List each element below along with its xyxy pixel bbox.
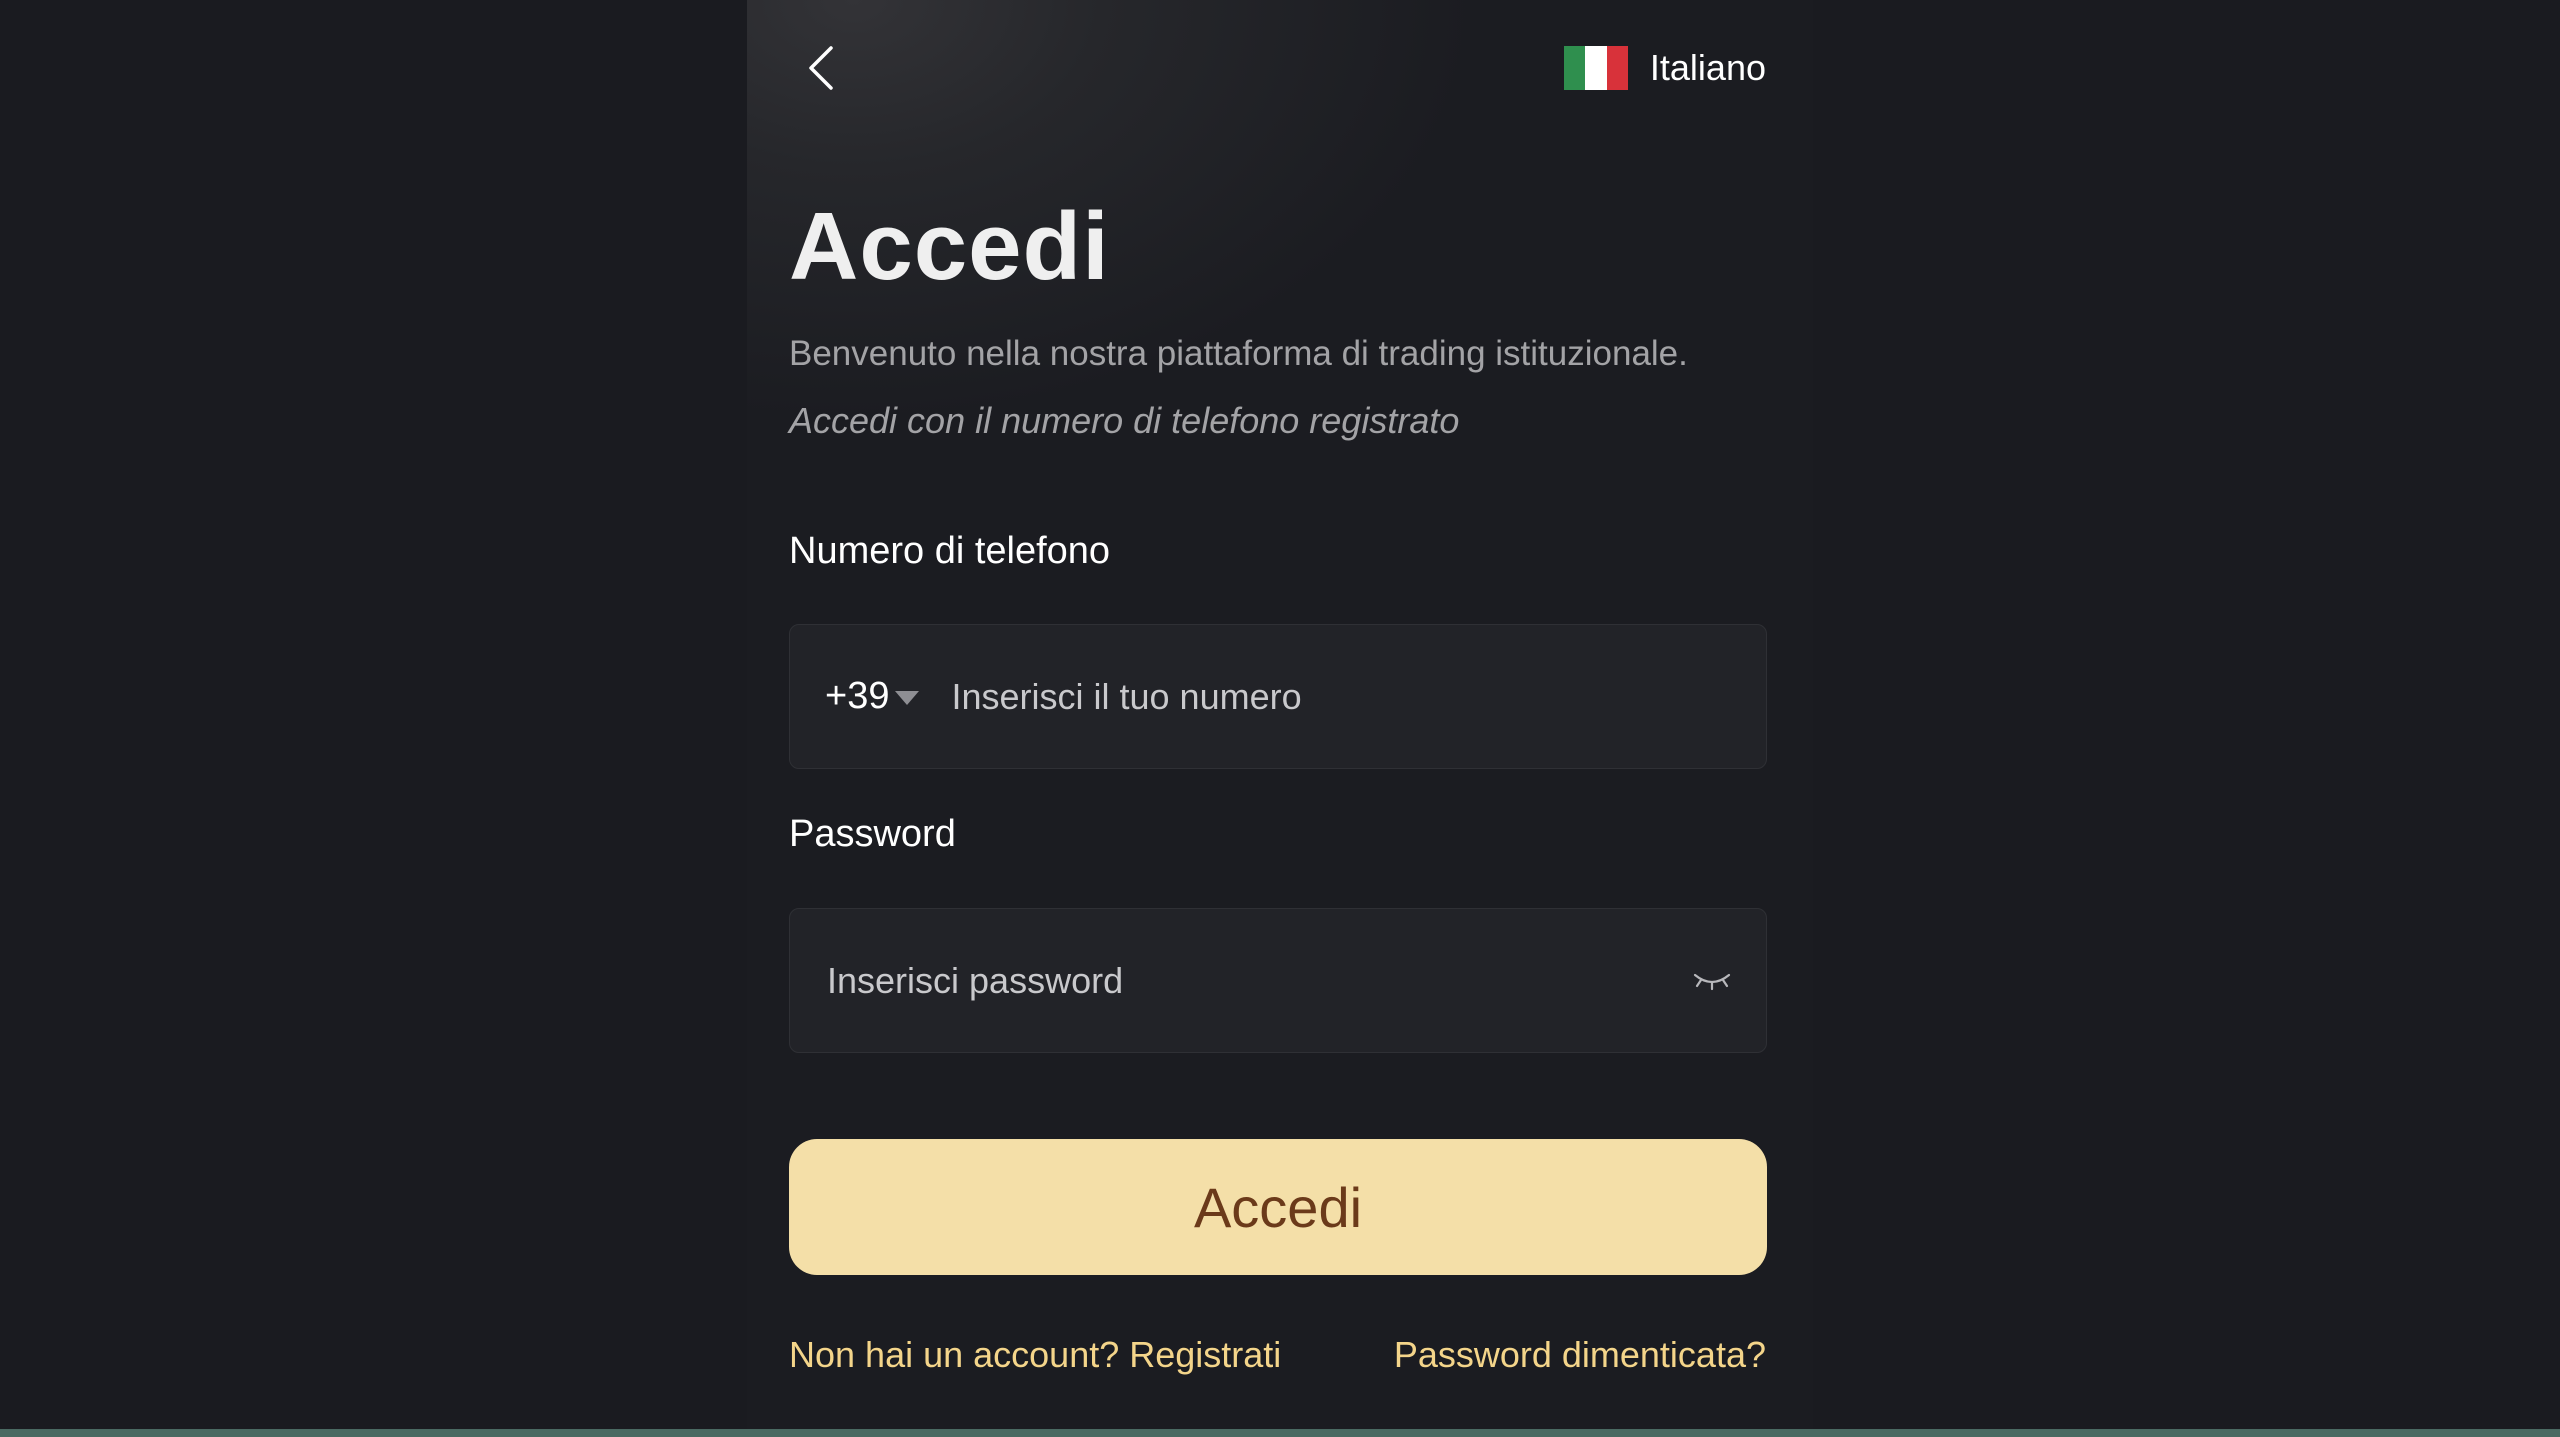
country-code-selector[interactable]: +39	[825, 675, 920, 718]
password-field	[789, 908, 1767, 1053]
phone-field: +39	[789, 624, 1767, 769]
bottom-edge	[0, 1429, 2560, 1437]
phone-field-label: Numero di telefono	[789, 530, 1111, 572]
forgot-password-link[interactable]: Password dimenticata?	[1394, 1334, 1766, 1376]
italy-flag-icon	[1563, 46, 1628, 90]
register-link[interactable]: Non hai un account? Registrati	[789, 1334, 1281, 1376]
caret-down-icon	[895, 690, 920, 705]
login-panel: Italiano Accedi Benvenuto nella nostra p…	[747, 0, 1813, 1437]
language-selector[interactable]: Italiano	[1563, 44, 1766, 92]
login-button[interactable]: Accedi	[789, 1139, 1767, 1275]
language-label: Italiano	[1649, 47, 1766, 88]
password-field-label: Password	[789, 813, 956, 855]
chevron-left-icon	[809, 46, 833, 90]
back-button[interactable]	[799, 40, 843, 96]
page-title: Accedi	[789, 193, 1110, 300]
welcome-text: Benvenuto nella nostra piattaforma di tr…	[789, 334, 1688, 373]
login-instruction: Accedi con il numero di telefono registr…	[789, 400, 1460, 441]
password-input[interactable]	[825, 958, 1629, 1003]
eye-closed-icon	[1693, 973, 1731, 990]
country-code-value: +39	[825, 675, 890, 717]
phone-input[interactable]	[949, 674, 1654, 719]
password-visibility-toggle[interactable]	[1692, 969, 1732, 993]
